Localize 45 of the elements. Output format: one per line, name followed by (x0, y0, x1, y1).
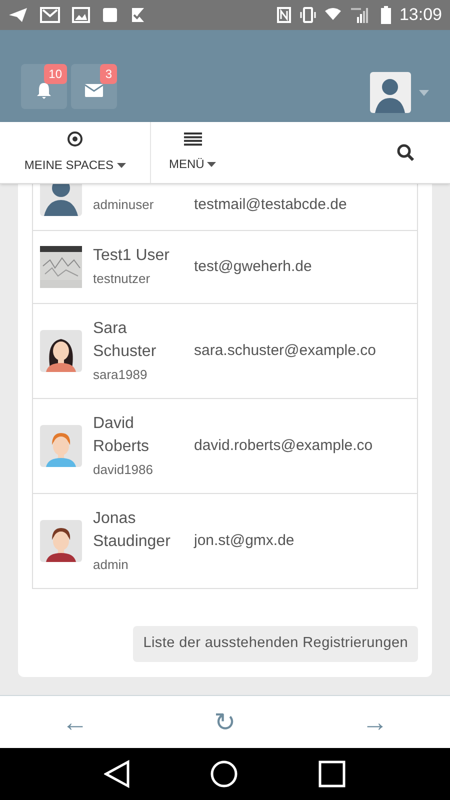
man-avatar-icon (40, 520, 82, 562)
user-name[interactable]: David Roberts (93, 412, 194, 458)
username: testnutzer (93, 270, 152, 288)
home-icon[interactable] (210, 760, 238, 788)
notification-badge: 10 (44, 64, 67, 84)
square-icon (102, 7, 118, 23)
user-name[interactable]: Test1 User (93, 244, 194, 267)
user-email: david.roberts@example.co (194, 436, 373, 456)
username: adminuser (93, 196, 155, 214)
woman-avatar-icon (40, 330, 82, 372)
target-icon (67, 131, 83, 147)
mail-icon (40, 7, 60, 23)
image-icon (72, 7, 90, 23)
recents-icon[interactable] (318, 760, 346, 788)
user-email: testmail@testabcde.de (194, 194, 347, 214)
user-email: sara.schuster@example.co (194, 340, 376, 361)
nfc-icon (277, 7, 292, 23)
check-icon (130, 7, 146, 23)
user-email: jon.st@gmx.de (194, 530, 294, 551)
send-icon (8, 7, 28, 23)
message-badge: 3 (100, 64, 117, 84)
bell-icon (36, 82, 52, 100)
user-name[interactable]: Sara Schuster (93, 316, 194, 362)
back-button[interactable]: ← (62, 702, 88, 742)
profile-avatar-icon[interactable] (370, 72, 411, 113)
username: admin (93, 556, 130, 574)
reload-button[interactable]: ↻ (214, 702, 236, 742)
back-icon[interactable] (104, 760, 130, 788)
username: david1986 (93, 460, 154, 478)
pending-registrations-button[interactable]: Liste der ausstehenden Registrierungen (133, 626, 418, 662)
nav-label[interactable]: MEINE SPACES (24, 156, 114, 174)
username: sara1989 (93, 366, 148, 384)
envelope-icon (85, 84, 103, 97)
man-avatar-icon (40, 425, 82, 467)
menu-icon (184, 132, 202, 146)
search-icon[interactable] (397, 144, 415, 162)
caret-icon[interactable] (116, 162, 126, 168)
caret-icon[interactable] (207, 162, 216, 166)
user-name[interactable]: Jonas Staudinger (93, 506, 194, 552)
user-email: test@gweherh.de (194, 256, 312, 277)
battery-icon (381, 6, 392, 24)
status-time: 13:09 (399, 4, 442, 26)
vibrate-icon (299, 7, 318, 23)
nav-label[interactable]: MENÜ (169, 155, 204, 173)
forward-button[interactable]: → (362, 702, 388, 742)
